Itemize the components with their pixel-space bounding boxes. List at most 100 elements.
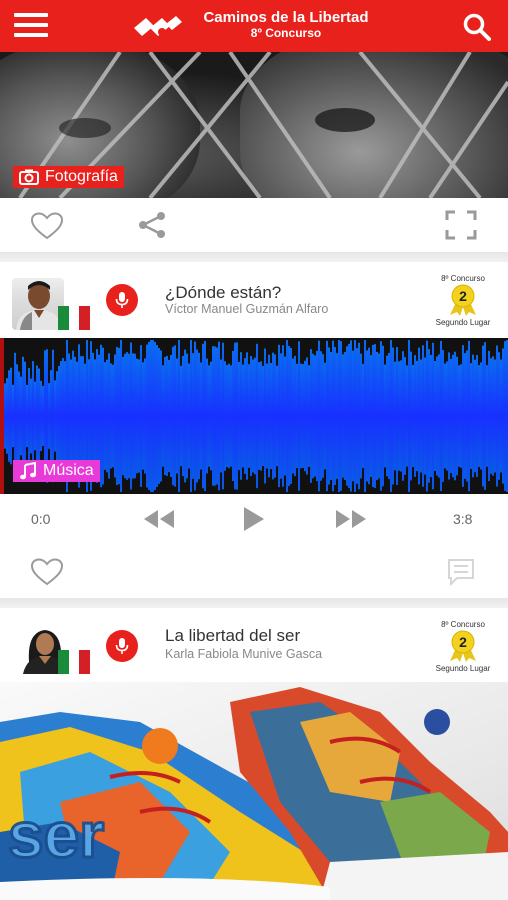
waveform-bar [392,347,394,485]
waveform-bar [204,340,206,492]
waveform-bar [166,355,168,477]
hamburger-menu-icon[interactable] [14,13,48,39]
waveform-bar [292,358,294,474]
waveform-bar [120,340,122,492]
waveform-bar [42,385,44,447]
waveform-bar [330,352,332,480]
waveform-bar [432,342,434,490]
ribbon-icon: 2 [450,284,476,316]
waveform-bar [428,349,430,483]
waveform-bar [74,356,76,476]
waveform-bar [148,341,150,491]
waveform-bar [254,357,256,475]
waveform-bar [160,350,162,482]
play-icon[interactable] [242,505,266,533]
post-author[interactable]: Karla Fabiola Munive Gasca [165,647,322,661]
waveform-bar [190,340,192,492]
waveform-bar [418,347,420,485]
microphone-icon[interactable] [106,630,138,662]
waveform-bar [408,340,410,492]
waveform-bar [36,365,38,467]
waveform-bar [16,364,18,468]
waveform-bar [288,345,290,487]
waveform-bar [266,363,268,469]
waveform-bar [196,349,198,483]
waveform-bar [496,345,498,487]
waveform-bar [424,357,426,475]
waveform-bar [184,349,186,483]
waveform-bar [474,359,476,473]
waveform-bar [444,363,446,469]
waveform-bar [344,352,346,480]
microphone-icon[interactable] [106,284,138,316]
waveform-bar [56,371,58,461]
heart-icon[interactable] [30,212,64,240]
waveform-bar [168,359,170,473]
share-icon[interactable] [137,210,167,240]
waveform-bar [240,352,242,480]
award-badge: 8º Concurso 2 Segundo Lugar [428,620,498,680]
waveform-bar [106,359,108,473]
post-artwork-image[interactable]: ser [0,682,508,900]
waveform-bar [228,363,230,469]
waveform-bar [232,350,234,482]
waveform-bar [178,340,180,492]
waveform-bar [206,358,208,474]
waveform-bar [404,357,406,475]
waveform-bar [352,350,354,482]
waveform-bar [468,340,470,492]
waveform-bar [176,358,178,474]
waveform-bar [172,346,174,486]
waveform-bar [378,353,380,479]
waveform-bar [308,365,310,467]
waveform-bar [334,347,336,485]
waveform-bar [500,359,502,473]
card-separator [0,252,508,262]
waveform-bar [310,349,312,483]
rewind-icon[interactable] [142,508,176,530]
waveform-bar [422,345,424,487]
post-title[interactable]: ¿Dónde están? [165,283,281,303]
category-tag-musica: Música [13,460,100,482]
author-avatar[interactable] [12,278,64,330]
waveform-bar [434,361,436,471]
waveform-bar [80,356,82,476]
waveform-bar [48,383,50,449]
fullscreen-icon[interactable] [445,210,477,240]
camera-icon [19,169,39,185]
badge-place: Segundo Lugar [435,664,491,673]
waveform-bar [6,378,8,454]
waveform-bar [482,345,484,487]
fast-forward-icon[interactable] [334,508,368,530]
heart-icon[interactable] [30,558,64,586]
waveform-bar [484,342,486,490]
search-icon[interactable] [462,12,492,42]
mexico-flag-icon [58,650,91,674]
comment-icon[interactable] [447,558,475,586]
waveform-bar [504,341,506,491]
waveform-bar [476,355,478,477]
waveform-bar [448,352,450,480]
waveform-bar [458,365,460,467]
waveform-bar [356,348,358,484]
waveform-bar [18,371,20,461]
post-author[interactable]: Víctor Manuel Guzmán Alfaro [165,302,328,316]
waveform-bar [118,347,120,485]
waveform-bar [226,364,228,468]
waveform-bar [136,358,138,474]
waveform-bar [410,351,412,481]
post-title[interactable]: La libertad del ser [165,626,300,646]
waveform-bar [132,353,134,479]
waveform-bar [164,356,166,476]
waveform-bar [278,344,280,488]
waveform-bar [426,340,428,492]
waveform-bar [222,342,224,490]
caminos-logo-icon [134,16,182,36]
waveform-bar [304,360,306,472]
waveform-bar [258,362,260,470]
waveform-bar [54,380,56,452]
waveform-bar [354,340,356,492]
waveform-bar [242,364,244,468]
waveform-bar [150,340,152,492]
waveform-bar [478,365,480,467]
